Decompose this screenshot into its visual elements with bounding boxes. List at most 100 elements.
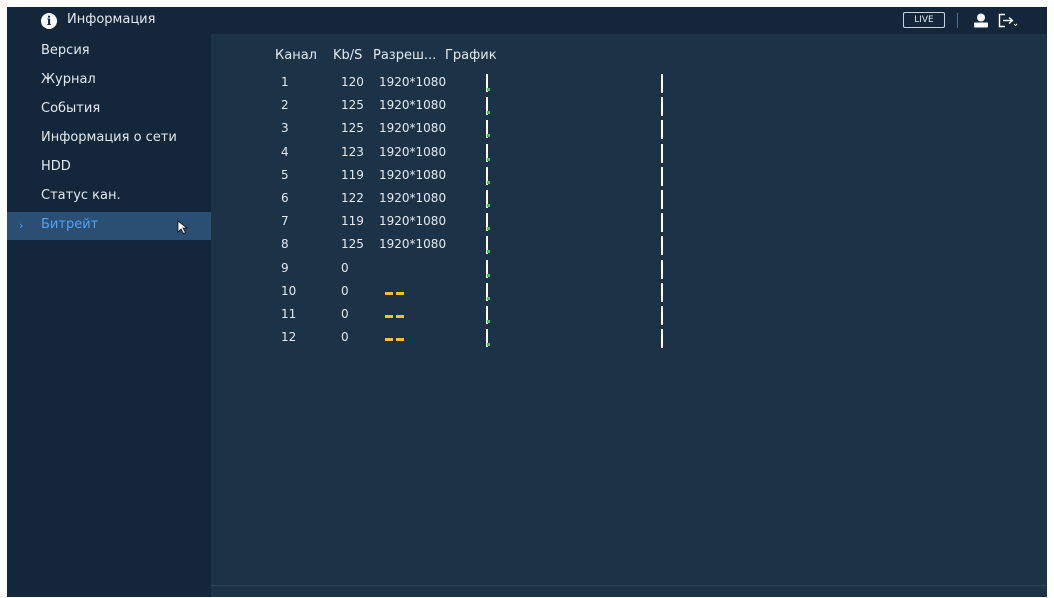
channel-cell: 3 [281,121,289,136]
sidebar-item-channel-status[interactable]: Статус кан. [7,183,211,211]
bitrate-graph-right-axis [661,74,663,93]
column-header-kbps: Kb/S [333,48,363,63]
table-row: 100-- [211,282,1047,305]
sidebar-item-version[interactable]: Версия [7,38,211,66]
kbps-cell: 125 [341,98,364,113]
bitrate-graph-left-axis [486,74,490,92]
kbps-cell: 0 [341,283,349,298]
resolution-cell: 1920*1080 [379,144,447,159]
bitrate-graph-left-axis [486,190,490,208]
divider [211,585,1047,586]
top-bar: i Информация LIVE [7,7,1047,34]
sidebar-item-label: HDD [41,159,71,174]
sidebar: Версия Журнал События Информация о сети … [7,34,211,597]
channel-cell: 4 [281,144,289,159]
table-row: 8 125 1920*1080 [211,235,1047,258]
table-row: 6 122 1920*1080 [211,189,1047,212]
sidebar-item-label: Журнал [41,72,96,87]
kbps-cell: 122 [341,191,364,205]
sidebar-item-label: Статус кан. [41,188,121,203]
channel-cell: 10 [281,283,297,298]
info-icon: i [41,13,57,29]
column-header-graph: График [445,48,497,63]
channel-cell: 8 [281,237,289,252]
table-row: 90 [211,259,1047,282]
channel-cell: 6 [281,191,289,205]
dash-placeholder [396,338,404,342]
table-row: 4 123 1920*1080 [211,143,1047,166]
mouse-cursor-icon [177,220,189,234]
sidebar-item-network-info[interactable]: Информация о сети [7,125,211,153]
bitrate-graph-left-axis [486,120,490,139]
dash-placeholder [396,315,404,318]
table-row: 3 125 1920*1080 [211,119,1047,142]
resolution-cell: 1920*1080 [379,98,447,113]
chevron-right-icon: › [19,219,24,232]
bitrate-graph-right-axis [661,259,663,279]
bitrate-graph-left-axis [486,236,490,255]
kbps-cell: 123 [341,144,364,159]
channel-cell: 2 [281,98,289,113]
sidebar-item-log[interactable]: Журнал [7,67,211,95]
bitrate-graph-left-axis [486,329,490,348]
kbps-cell: 119 [341,214,364,229]
sidebar-item-hdd[interactable]: HDD [7,154,211,182]
bitrate-graph-right-axis [661,120,663,140]
page-title: Информация [67,12,156,27]
dash-placeholder [385,315,393,318]
bitrate-graph-right-axis [661,166,663,186]
sidebar-item-label: Версия [41,43,90,58]
bitrate-graph-left-axis [486,143,490,162]
bitrate-graph-right-axis [661,282,663,302]
channel-cell: 11 [281,307,297,321]
sidebar-item-label: Битрейт [41,217,99,232]
channel-cell: 7 [281,214,289,229]
channel-cell: 1 [281,75,289,89]
dash-placeholder [385,338,393,342]
bitrate-graph-right-axis [661,143,663,163]
bitrate-graph-left-axis [486,306,490,324]
bitrate-graph-right-axis [661,190,663,209]
user-icon[interactable] [972,13,990,28]
bitrate-graph-left-axis [486,97,490,116]
bitrate-graph-left-axis [486,166,490,185]
resolution-cell: 1920*1080 [379,75,447,89]
resolution-cell: 1920*1080 [379,237,447,252]
kbps-cell: 0 [341,330,349,345]
column-header-channel: Канал [275,48,317,63]
column-header-resolution: Разреш... [373,48,437,63]
sidebar-item-events[interactable]: События [7,96,211,124]
table-row: 7 119 1920*1080 [211,212,1047,235]
bitrate-graph-right-axis [661,97,663,117]
sidebar-item-bitrate[interactable]: › Битрейт [7,212,211,240]
app-window: i Информация LIVE Версия Журнал События … [7,7,1047,597]
resolution-cell: 1920*1080 [379,191,447,205]
kbps-cell: 119 [341,167,364,182]
kbps-cell: 0 [341,307,349,321]
channel-cell: 12 [281,330,297,345]
table-row: 5 119 1920*1080 [211,166,1047,189]
dash-placeholder [396,291,404,295]
kbps-cell: 120 [341,75,364,89]
resolution-cell: 1920*1080 [379,214,447,229]
table-row: 110-- [211,305,1047,328]
bitrate-graph-right-axis [661,306,663,325]
bitrate-graph-right-axis [661,213,663,233]
kbps-cell: 0 [341,260,349,275]
table-row: 1 120 1920*1080 [211,73,1047,96]
channel-cell: 5 [281,167,289,182]
bitrate-graph-right-axis [661,236,663,256]
bitrate-graph-left-axis [486,213,490,232]
bitrate-panel: Канал Kb/S Разреш... График 1 120 1920*108… [211,34,1047,597]
toolbar-divider [957,13,958,28]
kbps-cell: 125 [341,121,364,136]
dash-placeholder [385,291,393,295]
bitrate-graph-left-axis [486,282,490,301]
sidebar-item-label: События [41,101,101,116]
channel-cell: 9 [281,260,289,275]
live-button[interactable]: LIVE [903,12,945,28]
logout-icon[interactable] [998,13,1018,28]
table-row: 120-- [211,328,1047,351]
kbps-cell: 125 [341,237,364,252]
resolution-cell: 1920*1080 [379,121,447,136]
